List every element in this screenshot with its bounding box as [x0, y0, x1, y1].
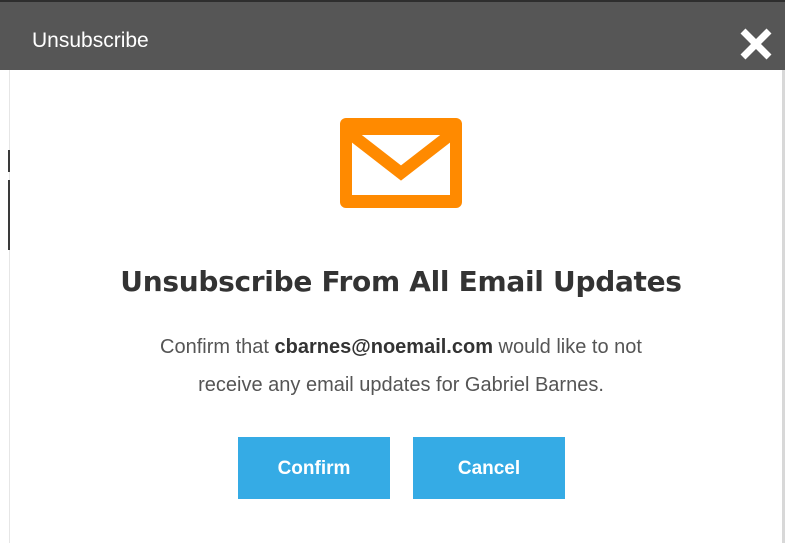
confirmation-message: Confirm that cbarnes@noemail.com would l…	[50, 328, 752, 404]
email-address: cbarnes@noemail.com	[274, 336, 493, 358]
message-line1-suffix: would like to not	[492, 336, 642, 358]
cancel-button[interactable]: Cancel	[413, 437, 565, 499]
close-button[interactable]	[738, 26, 774, 62]
unsubscribe-dialog: Unsubscribe Unsubscribe From All Email U…	[0, 0, 785, 543]
left-edge	[0, 70, 10, 543]
close-icon	[740, 28, 772, 60]
confirm-button[interactable]: Confirm	[238, 437, 390, 499]
dialog-body: Unsubscribe From All Email Updates Confi…	[10, 70, 782, 543]
message-prefix: Confirm that	[160, 336, 275, 358]
envelope-icon	[340, 118, 462, 208]
dialog-heading: Unsubscribe From All Email Updates	[120, 265, 682, 298]
message-line2: receive any email updates for Gabriel Ba…	[198, 374, 604, 396]
dialog-title: Unsubscribe	[32, 29, 149, 52]
dialog-titlebar: Unsubscribe	[0, 0, 785, 70]
